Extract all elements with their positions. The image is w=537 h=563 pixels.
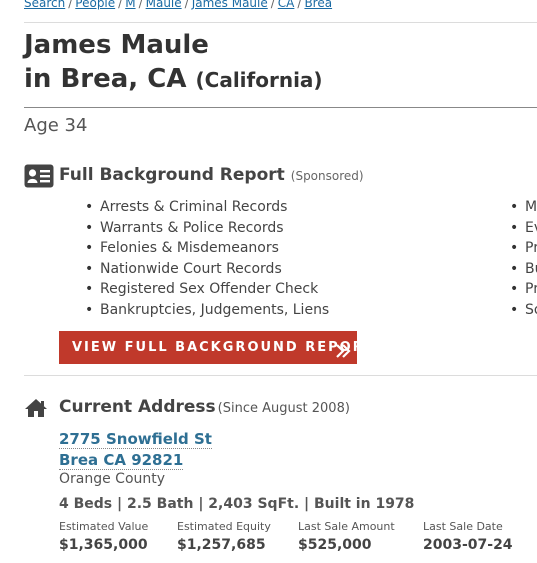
page-title-name: James Maule xyxy=(24,30,209,60)
list-item: Registered Sex Offender Check xyxy=(85,279,329,300)
breadcrumb-fullname[interactable]: James Maule xyxy=(192,0,268,10)
list-item: M xyxy=(510,197,537,218)
stat-value: $1,365,000 xyxy=(59,537,148,553)
breadcrumb-separator: / xyxy=(184,0,189,10)
id-card-icon xyxy=(24,164,54,192)
current-address-heading: Current Address xyxy=(59,397,216,417)
record-list-right: M Ev Pr Bu Pr So xyxy=(510,197,537,321)
list-item: Felonies & Misdemeanors xyxy=(85,238,329,259)
breadcrumb-letter[interactable]: M xyxy=(125,0,135,10)
stat-label: Estimated Equity xyxy=(177,520,271,533)
property-facts: 4 Beds | 2.5 Bath | 2,403 SqFt. | Built … xyxy=(59,496,415,512)
list-item: Arrests & Criminal Records xyxy=(85,197,329,218)
breadcrumb-people[interactable]: People xyxy=(75,0,115,10)
home-icon xyxy=(24,398,48,422)
breadcrumb-separator: / xyxy=(68,0,73,10)
sponsored-label: (Sponsored) xyxy=(290,169,364,183)
divider xyxy=(24,375,537,376)
background-report-title: Full Background Report (Sponsored) xyxy=(59,165,364,185)
breadcrumb-separator: / xyxy=(118,0,123,10)
age-label: Age 34 xyxy=(24,115,88,136)
list-item: Bankruptcies, Judgements, Liens xyxy=(85,300,329,321)
list-item: Pr xyxy=(510,279,537,300)
address-street-link[interactable]: 2775 Snowfield St xyxy=(59,430,212,449)
breadcrumb: Search / People / M / Maule / James Maule / CA / Bre… xyxy=(24,0,332,10)
page-title-location: in Brea, CA (California) xyxy=(24,64,323,94)
stat-estimated-value: Estimated Value $1,365,000 xyxy=(59,520,148,553)
record-list: Arrests & Criminal Records Warrants & Po… xyxy=(85,197,329,321)
breadcrumb-lastname[interactable]: Maule xyxy=(146,0,182,10)
stat-estimated-equity: Estimated Equity $1,257,685 xyxy=(177,520,271,553)
stat-value: 2003-07-24 xyxy=(423,537,513,553)
breadcrumb-separator: / xyxy=(270,0,275,10)
location-state-full: (California) xyxy=(195,68,323,92)
stat-label: Last Sale Amount xyxy=(298,520,395,533)
stat-last-sale-date: Last Sale Date 2003-07-24 xyxy=(423,520,513,553)
background-report-heading: Full Background Report xyxy=(59,165,285,185)
stat-label: Estimated Value xyxy=(59,520,149,533)
double-chevron-right-icon xyxy=(335,339,351,372)
stat-value: $1,257,685 xyxy=(177,537,266,553)
list-item: Ev xyxy=(510,218,537,239)
list-item: So xyxy=(510,300,537,321)
list-item: Bu xyxy=(510,259,537,280)
breadcrumb-state[interactable]: CA xyxy=(278,0,295,10)
stat-last-sale-amount: Last Sale Amount $525,000 xyxy=(298,520,395,553)
address-city-link[interactable]: Brea CA 92821 xyxy=(59,451,184,470)
address-since-label: (Since August 2008) xyxy=(217,401,350,416)
location-prefix: in xyxy=(24,64,52,94)
county-label: Orange County xyxy=(59,471,166,487)
breadcrumb-city[interactable]: Brea xyxy=(304,0,332,10)
breadcrumb-separator: / xyxy=(297,0,302,10)
divider xyxy=(24,22,537,23)
list-item: Warrants & Police Records xyxy=(85,218,329,239)
view-full-report-button[interactable]: VIEW FULL BACKGROUND REPORT xyxy=(59,331,373,364)
list-item: Pr xyxy=(510,238,537,259)
stat-value: $525,000 xyxy=(298,537,372,553)
breadcrumb-search[interactable]: Search xyxy=(24,0,65,10)
list-item: Nationwide Court Records xyxy=(85,259,329,280)
current-address-title: Current Address (Since August 2008) xyxy=(59,397,350,417)
breadcrumb-separator: / xyxy=(138,0,143,10)
stat-label: Last Sale Date xyxy=(423,520,503,533)
title-divider xyxy=(24,107,537,108)
location-city: Brea, CA xyxy=(60,64,187,94)
view-full-report-label: VIEW FULL BACKGROUND REPORT xyxy=(72,340,376,355)
